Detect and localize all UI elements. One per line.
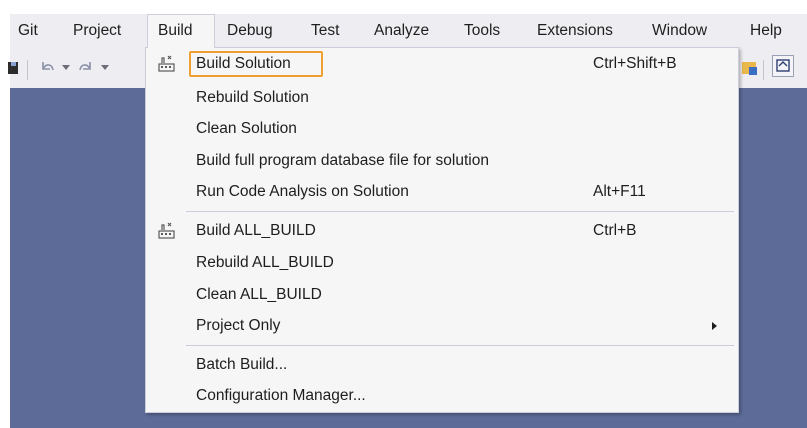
menu-help[interactable]: Help (750, 14, 782, 48)
build-icon (158, 222, 175, 239)
menu-item-label: Build Solution (196, 55, 291, 72)
menu-test[interactable]: Test (311, 14, 339, 48)
menu-build[interactable]: Build (147, 14, 215, 48)
menu-debug[interactable]: Debug (227, 14, 273, 48)
toolbar-separator (27, 60, 28, 80)
menu-separator (186, 345, 734, 346)
menu-item-label: Run Code Analysis on Solution (196, 183, 409, 200)
build-icon (158, 55, 175, 72)
menu-bar: Git Project Build Debug Test Analyze Too… (10, 14, 807, 48)
menu-item-shortcut: Ctrl+Shift+B (593, 55, 677, 72)
menu-item-clean-solution[interactable]: Clean Solution (146, 113, 738, 144)
menu-item-label: Batch Build... (196, 356, 288, 373)
toolbar-separator (763, 60, 764, 80)
menu-item-label: Rebuild ALL_BUILD (196, 254, 334, 271)
menu-item-shortcut: Ctrl+B (593, 222, 637, 239)
menu-item-label: Configuration Manager... (196, 387, 366, 404)
menu-analyze[interactable]: Analyze (374, 14, 429, 48)
menu-project[interactable]: Project (73, 14, 121, 48)
chevron-down-icon[interactable] (62, 65, 70, 71)
menu-item-label: Clean ALL_BUILD (196, 286, 322, 303)
menu-item-build-all-build[interactable]: Build ALL_BUILD Ctrl+B (146, 215, 738, 246)
submenu-arrow-icon (712, 322, 717, 330)
menu-item-shortcut: Alt+F11 (593, 183, 646, 200)
menu-item-rebuild-all-build[interactable]: Rebuild ALL_BUILD (146, 247, 738, 278)
menu-item-clean-all-build[interactable]: Clean ALL_BUILD (146, 279, 738, 310)
menu-window[interactable]: Window (652, 14, 707, 48)
menu-git[interactable]: Git (18, 14, 38, 48)
chevron-down-icon[interactable] (101, 65, 109, 71)
menu-item-build-solution[interactable]: Build Solution Ctrl+Shift+B (146, 48, 738, 79)
menu-item-rebuild-solution[interactable]: Rebuild Solution (146, 82, 738, 113)
menu-item-label: Project Only (196, 317, 281, 334)
menu-tools[interactable]: Tools (464, 14, 500, 48)
menu-item-batch-build[interactable]: Batch Build... (146, 349, 738, 380)
build-menu-dropdown: Build Solution Ctrl+Shift+B Rebuild Solu… (145, 47, 739, 413)
menu-separator (186, 211, 734, 212)
redo-icon[interactable] (76, 58, 96, 78)
save-icon[interactable] (8, 60, 20, 76)
menu-item-label: Build ALL_BUILD (196, 222, 316, 239)
undo-icon[interactable] (37, 58, 57, 78)
menu-item-configuration-manager[interactable]: Configuration Manager... (146, 380, 738, 411)
menu-item-build-full-pdb[interactable]: Build full program database file for sol… (146, 145, 738, 176)
menu-item-run-code-analysis[interactable]: Run Code Analysis on Solution Alt+F11 (146, 176, 738, 207)
menu-item-label: Rebuild Solution (196, 89, 309, 106)
find-icon[interactable] (741, 59, 759, 77)
menu-item-label: Clean Solution (196, 120, 297, 137)
menu-item-label: Build full program database file for sol… (196, 152, 489, 169)
menu-item-project-only[interactable]: Project Only (146, 310, 738, 341)
window-icon[interactable] (772, 55, 794, 77)
menu-extensions[interactable]: Extensions (537, 14, 613, 48)
